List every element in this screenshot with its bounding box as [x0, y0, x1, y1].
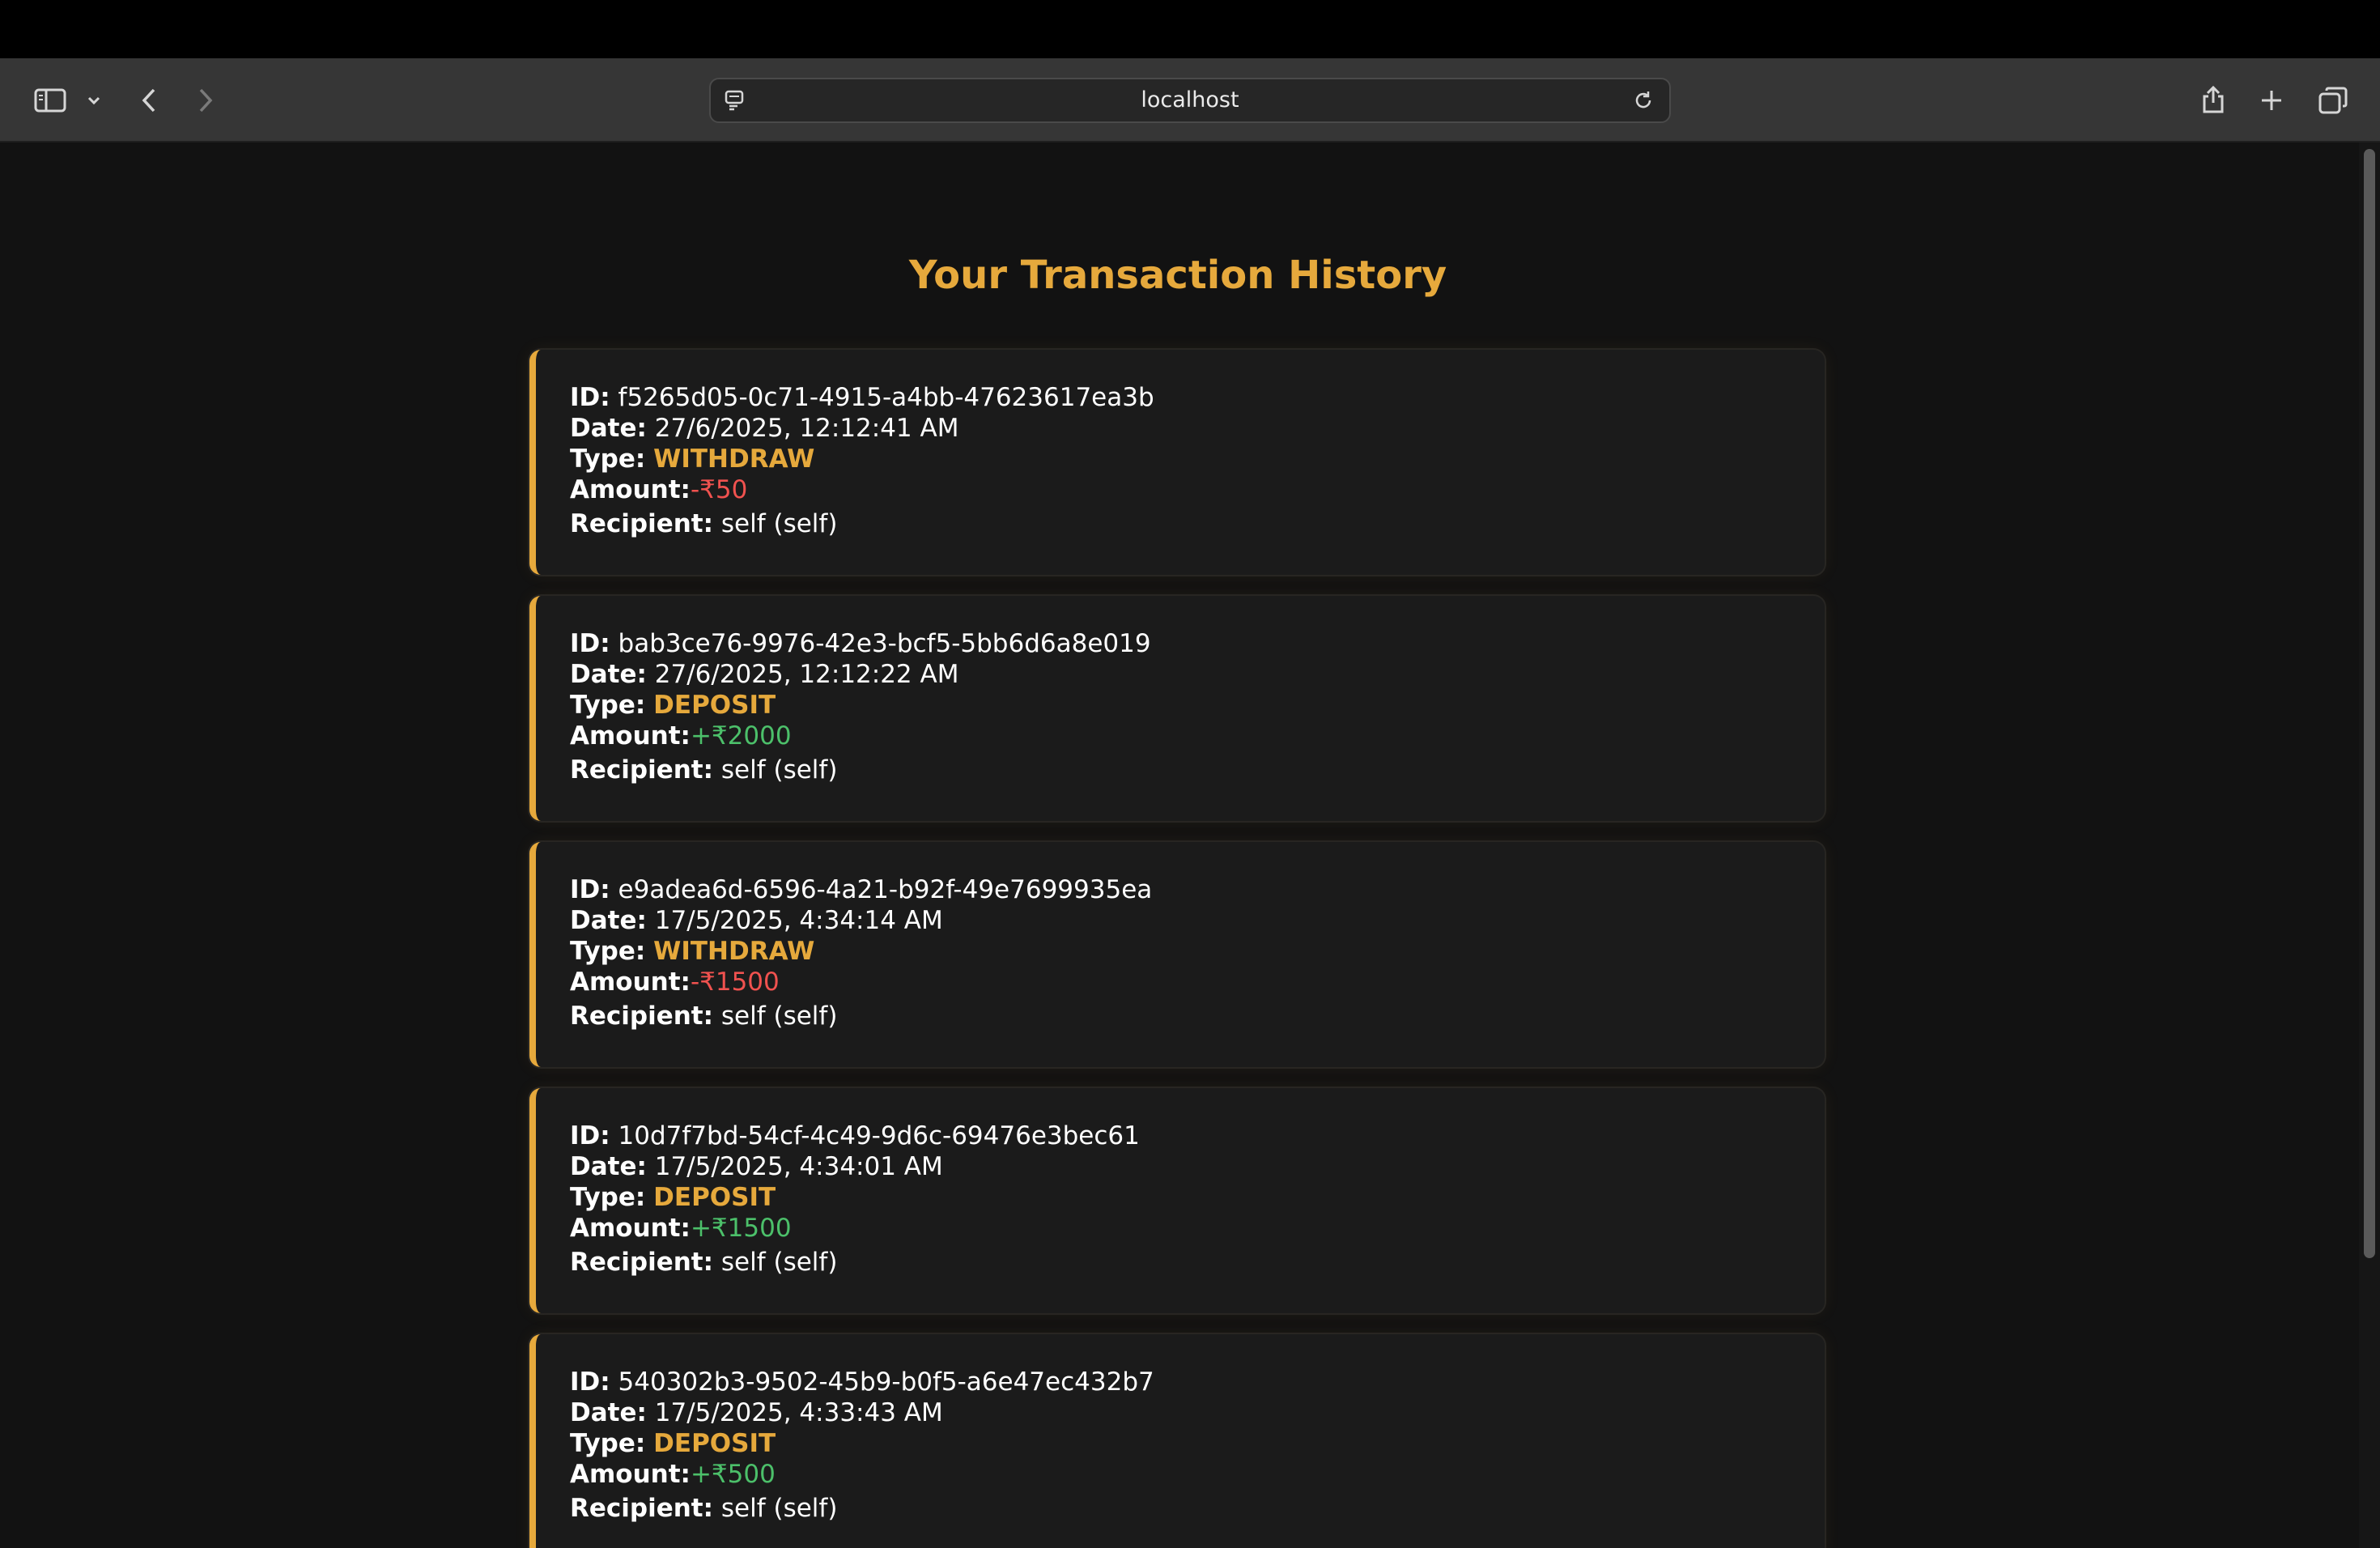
- transaction-date: 17/5/2025, 4:34:01 AM: [654, 1152, 943, 1181]
- transaction-amount-row: Amount:+₹500: [570, 1459, 1825, 1490]
- scrollbar[interactable]: [2359, 142, 2380, 1548]
- type-label: Type:: [570, 691, 646, 720]
- transaction-id-row: ID: f5265d05-0c71-4915-a4bb-47623617ea3b: [570, 382, 1825, 413]
- new-tab-icon[interactable]: [2257, 78, 2286, 123]
- recipient-label: Recipient:: [570, 755, 714, 785]
- date-label: Date:: [570, 906, 647, 935]
- transaction-date-row: Date: 17/5/2025, 4:33:43 AM: [570, 1397, 1825, 1428]
- browser-toolbar: localhost: [0, 58, 2380, 142]
- transaction-type: DEPOSIT: [653, 1429, 776, 1458]
- chevron-down-icon[interactable]: [84, 78, 104, 123]
- transaction-id: f5265d05-0c71-4915-a4bb-47623617ea3b: [618, 383, 1154, 412]
- recipient-label: Recipient:: [570, 509, 714, 538]
- recipient-label: Recipient:: [570, 1494, 714, 1523]
- amount-label: Amount:: [570, 475, 691, 504]
- transaction-recipient: self (self): [720, 1002, 838, 1031]
- recipient-label: Recipient:: [570, 1248, 714, 1277]
- transaction-id: 10d7f7bd-54cf-4c49-9d6c-69476e3bec61: [618, 1121, 1140, 1150]
- id-label: ID:: [570, 629, 610, 658]
- transaction-id: bab3ce76-9976-42e3-bcf5-5bb6d6a8e019: [618, 629, 1151, 658]
- forward-icon[interactable]: [193, 78, 219, 123]
- transaction-type: WITHDRAW: [653, 444, 815, 474]
- transaction-amount-row: Amount:+₹2000: [570, 721, 1825, 751]
- amount-label: Amount:: [570, 721, 691, 751]
- url-text[interactable]: localhost: [711, 79, 1669, 121]
- transaction-type: WITHDRAW: [653, 937, 815, 966]
- transaction-amount: -₹50: [690, 475, 748, 504]
- transaction-date-row: Date: 27/6/2025, 12:12:22 AM: [570, 659, 1825, 690]
- amount-label: Amount:: [570, 968, 691, 997]
- transaction-recipient: self (self): [720, 1248, 838, 1277]
- transaction-recipient-row: Recipient: self (self): [570, 508, 1825, 539]
- transaction-date: 27/6/2025, 12:12:22 AM: [654, 660, 959, 689]
- transaction-type-row: Type: WITHDRAW: [570, 936, 1825, 967]
- transaction-type-row: Type: DEPOSIT: [570, 690, 1825, 721]
- tab-overview-icon[interactable]: [2317, 78, 2349, 123]
- transaction-recipient: self (self): [720, 1494, 838, 1523]
- transaction-card: ID: 540302b3-9502-45b9-b0f5-a6e47ec432b7…: [529, 1334, 1825, 1548]
- transaction-amount-row: Amount:+₹1500: [570, 1213, 1825, 1244]
- type-label: Type:: [570, 1429, 646, 1458]
- transaction-id-row: ID: 10d7f7bd-54cf-4c49-9d6c-69476e3bec61: [570, 1121, 1825, 1151]
- transaction-type: DEPOSIT: [653, 691, 776, 720]
- transaction-date: 17/5/2025, 4:33:43 AM: [654, 1398, 943, 1427]
- transaction-type-row: Type: DEPOSIT: [570, 1182, 1825, 1213]
- recipient-label: Recipient:: [570, 1002, 714, 1031]
- transaction-id-row: ID: bab3ce76-9976-42e3-bcf5-5bb6d6a8e019: [570, 628, 1825, 659]
- share-icon[interactable]: [2199, 76, 2228, 121]
- id-label: ID:: [570, 383, 610, 412]
- date-label: Date:: [570, 1398, 647, 1427]
- page-title: Your Transaction History: [908, 253, 1447, 298]
- window-top-bar: [0, 0, 2380, 58]
- transaction-card: ID: 10d7f7bd-54cf-4c49-9d6c-69476e3bec61…: [529, 1088, 1825, 1313]
- transaction-date-row: Date: 17/5/2025, 4:34:14 AM: [570, 905, 1825, 936]
- transaction-date-row: Date: 27/6/2025, 12:12:41 AM: [570, 413, 1825, 444]
- transaction-recipient-row: Recipient: self (self): [570, 1001, 1825, 1031]
- id-label: ID:: [570, 1367, 610, 1397]
- amount-label: Amount:: [570, 1214, 691, 1243]
- transaction-id-row: ID: 540302b3-9502-45b9-b0f5-a6e47ec432b7: [570, 1367, 1825, 1397]
- type-label: Type:: [570, 444, 646, 474]
- page-viewport[interactable]: Your Transaction History ID: f5265d05-0c…: [0, 142, 2380, 1548]
- type-label: Type:: [570, 1183, 646, 1212]
- id-label: ID:: [570, 1121, 610, 1150]
- transaction-amount: +₹2000: [690, 721, 792, 751]
- date-label: Date:: [570, 1152, 647, 1181]
- transaction-amount: +₹1500: [690, 1214, 792, 1243]
- transaction-amount: +₹500: [690, 1460, 776, 1489]
- transaction-type-row: Type: DEPOSIT: [570, 1428, 1825, 1459]
- transaction-id-row: ID: e9adea6d-6596-4a21-b92f-49e7699935ea: [570, 874, 1825, 905]
- transaction-amount: -₹1500: [690, 968, 780, 997]
- transaction-date-row: Date: 17/5/2025, 4:34:01 AM: [570, 1151, 1825, 1182]
- transaction-recipient: self (self): [720, 755, 838, 785]
- transaction-type: DEPOSIT: [653, 1183, 776, 1212]
- transaction-list: ID: f5265d05-0c71-4915-a4bb-47623617ea3b…: [529, 350, 1825, 1548]
- amount-label: Amount:: [570, 1460, 691, 1489]
- transaction-recipient-row: Recipient: self (self): [570, 1493, 1825, 1524]
- transaction-card: ID: e9adea6d-6596-4a21-b92f-49e7699935ea…: [529, 842, 1825, 1067]
- transaction-id: 540302b3-9502-45b9-b0f5-a6e47ec432b7: [618, 1367, 1154, 1397]
- transaction-date: 27/6/2025, 12:12:41 AM: [654, 414, 959, 443]
- sidebar-toggle-icon[interactable]: [32, 78, 68, 123]
- transaction-recipient: self (self): [720, 509, 838, 538]
- date-label: Date:: [570, 414, 647, 443]
- transaction-date: 17/5/2025, 4:34:14 AM: [654, 906, 943, 935]
- transaction-id: e9adea6d-6596-4a21-b92f-49e7699935ea: [618, 875, 1153, 904]
- transaction-amount-row: Amount:-₹1500: [570, 967, 1825, 997]
- transaction-recipient-row: Recipient: self (self): [570, 755, 1825, 785]
- reload-icon[interactable]: [1632, 89, 1655, 115]
- transaction-type-row: Type: WITHDRAW: [570, 444, 1825, 474]
- scrollbar-thumb[interactable]: [2364, 149, 2375, 1258]
- back-icon[interactable]: [136, 78, 162, 123]
- transaction-recipient-row: Recipient: self (self): [570, 1247, 1825, 1278]
- address-bar[interactable]: localhost: [709, 78, 1671, 123]
- transaction-card: ID: bab3ce76-9976-42e3-bcf5-5bb6d6a8e019…: [529, 596, 1825, 821]
- transaction-amount-row: Amount:-₹50: [570, 474, 1825, 505]
- id-label: ID:: [570, 875, 610, 904]
- date-label: Date:: [570, 660, 647, 689]
- transaction-card: ID: f5265d05-0c71-4915-a4bb-47623617ea3b…: [529, 350, 1825, 575]
- type-label: Type:: [570, 937, 646, 966]
